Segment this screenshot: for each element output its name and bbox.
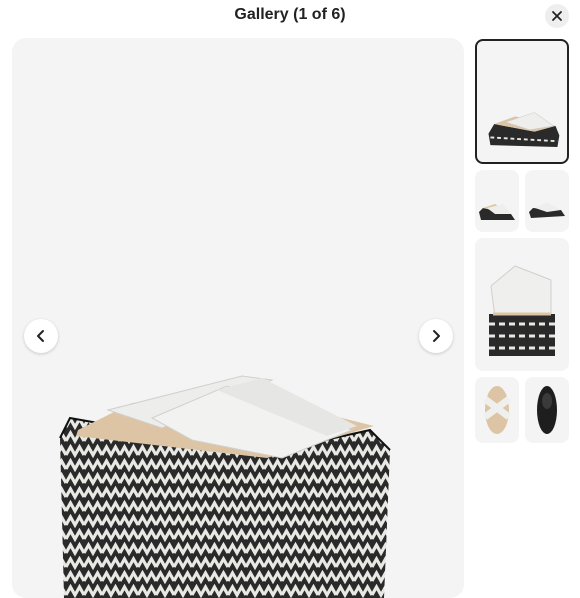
gallery-title: Gallery (1 of 6) (234, 6, 346, 23)
thumbnail-4[interactable] (475, 238, 569, 371)
thumbnail-5[interactable] (475, 377, 519, 443)
thumbnail-2[interactable] (475, 170, 519, 232)
main-product-image (12, 38, 464, 598)
chevron-left-icon (37, 330, 44, 342)
thumbnail-1[interactable] (475, 39, 569, 164)
next-image-button[interactable] (419, 319, 453, 353)
thumbnail-6[interactable] (525, 377, 569, 443)
chevron-right-icon (433, 330, 440, 342)
close-icon (552, 11, 562, 21)
close-button[interactable] (545, 4, 569, 28)
thumbnail-3[interactable] (525, 170, 569, 232)
previous-image-button[interactable] (24, 319, 58, 353)
